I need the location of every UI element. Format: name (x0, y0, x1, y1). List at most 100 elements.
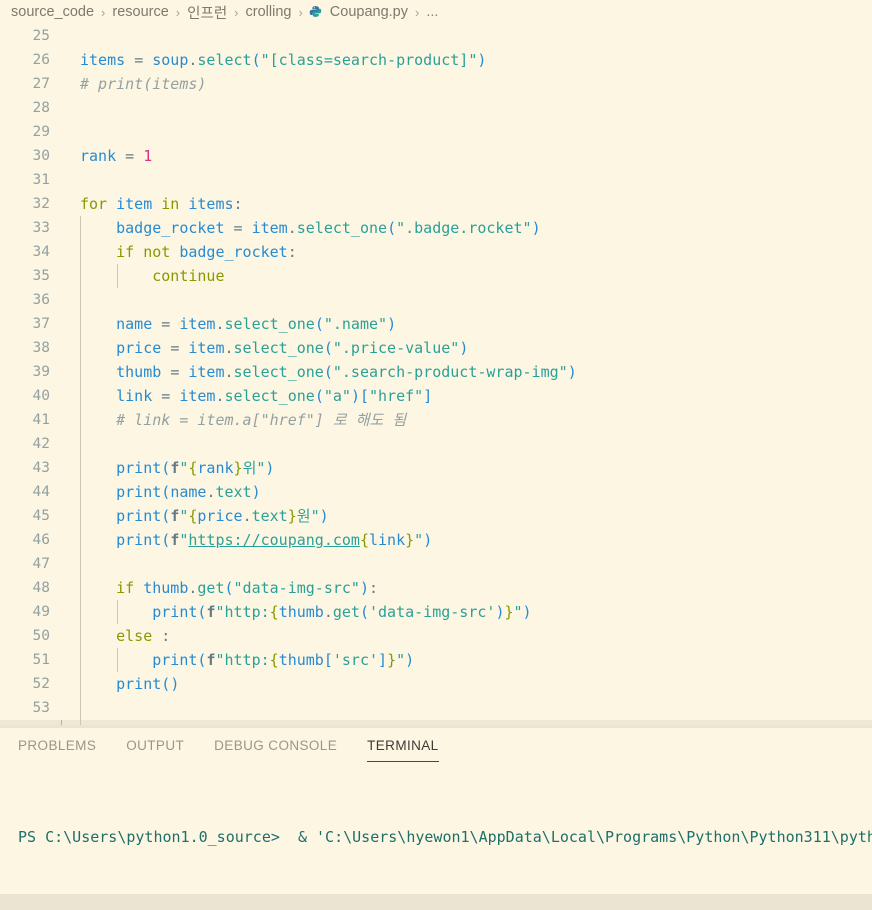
indent-guide (80, 624, 81, 648)
line-number: 40 (32, 388, 50, 404)
code-line-content: print(name.text) (62, 480, 872, 504)
line-number: 25 (32, 28, 50, 44)
line-number: 54 (0, 720, 62, 725)
code-line[interactable]: 30 rank = 1 (0, 144, 872, 168)
indent-guide (80, 504, 81, 528)
terminal-output[interactable]: PS C:\Users\python1.0_source> & 'C:\User… (0, 766, 872, 894)
code-line[interactable]: 45 print(f"{price.text}원") (0, 504, 872, 528)
code-line[interactable]: 26 items = soup.select("[class=search-pro… (0, 48, 872, 72)
indent-guide (80, 480, 81, 504)
terminal-line: PS C:\Users\python1.0_source> & 'C:\User… (18, 828, 872, 847)
line-number: 45 (32, 508, 50, 524)
code-line[interactable]: 28 (0, 96, 872, 120)
indent-guide (80, 264, 81, 288)
code-line-content (62, 24, 872, 48)
line-number: 49 (32, 604, 50, 620)
terminal-line: thon.python-2023.10.1\pythonFiles\lib\py… (18, 892, 872, 894)
code-line[interactable]: 34 if not badge_rocket: (0, 240, 872, 264)
code-line-content: rank += 1 (62, 720, 872, 725)
indent-guide (80, 696, 81, 720)
code-line-content (62, 168, 872, 192)
line-number: 38 (32, 340, 50, 356)
line-number: 32 (32, 196, 50, 212)
indent-guide (80, 552, 81, 576)
line-number: 43 (32, 460, 50, 476)
line-number: 51 (32, 652, 50, 668)
tab-problems[interactable]: PROBLEMS (18, 738, 96, 756)
code-line[interactable]: 50 else : (0, 624, 872, 648)
code-line[interactable]: 25 (0, 24, 872, 48)
code-line[interactable]: 46 print(f"https://coupang.com{link}") (0, 528, 872, 552)
code-line[interactable]: 53 (0, 696, 872, 720)
bottom-panel: PROBLEMS OUTPUT DEBUG CONSOLE TERMINAL P… (0, 728, 872, 894)
breadcrumb-item-inflearn[interactable]: 인프런 (186, 2, 228, 23)
status-bar (0, 894, 872, 910)
line-number: 44 (32, 484, 50, 500)
tab-debug-console[interactable]: DEBUG CONSOLE (214, 738, 337, 756)
code-line-content (62, 120, 872, 144)
line-number: 34 (32, 244, 50, 260)
breadcrumb-item-crolling[interactable]: crolling (245, 4, 293, 20)
code-line-content: continue (62, 264, 872, 288)
code-line[interactable]: 51 print(f"http:{thumb['src']}") (0, 648, 872, 672)
code-line[interactable]: 49 print(f"http:{thumb.get('data-img-src… (0, 600, 872, 624)
breadcrumb-item-coupang-py[interactable]: Coupang.py (329, 4, 409, 20)
code-line[interactable]: 32 for item in items: (0, 192, 872, 216)
code-line[interactable]: 27 # print(items) (0, 72, 872, 96)
code-line[interactable]: 54 rank += 1 (0, 720, 872, 725)
code-line[interactable]: 42 (0, 432, 872, 456)
code-line-content: # print(items) (80, 75, 207, 93)
breadcrumb-separator-icon: › (234, 4, 239, 20)
indent-guide (80, 312, 81, 336)
code-line-content: badge_rocket = item.select_one(".badge.r… (62, 216, 872, 240)
code-line[interactable]: 38 price = item.select_one(".price-value… (0, 336, 872, 360)
line-number: 29 (32, 124, 50, 140)
line-number: 31 (32, 172, 50, 188)
breadcrumb-separator-icon: › (415, 4, 420, 20)
code-line[interactable]: 36 (0, 288, 872, 312)
code-line[interactable]: 39 thumb = item.select_one(".search-prod… (0, 360, 872, 384)
indent-guide (80, 432, 81, 456)
code-line[interactable]: 48 if thumb.get("data-img-src"): (0, 576, 872, 600)
code-line-content: thumb = item.select_one(".search-product… (62, 360, 872, 384)
indent-guide (80, 600, 81, 624)
panel-tab-bar: PROBLEMS OUTPUT DEBUG CONSOLE TERMINAL (0, 728, 872, 766)
code-line[interactable]: 35 continue (0, 264, 872, 288)
breadcrumb-item-source-code[interactable]: source_code (10, 4, 95, 20)
code-line[interactable]: 52 print() (0, 672, 872, 696)
line-number: 50 (32, 628, 50, 644)
code-line-content: link = item.select_one("a")["href"] (62, 384, 872, 408)
code-line[interactable]: 40 link = item.select_one("a")["href"] (0, 384, 872, 408)
code-line[interactable]: 29 (0, 120, 872, 144)
breadcrumb-separator-icon: › (298, 4, 303, 20)
code-line[interactable]: 43 print(f"{rank}위") (0, 456, 872, 480)
line-number: 33 (32, 220, 50, 236)
breadcrumb-item-resource[interactable]: resource (111, 4, 169, 20)
code-line[interactable]: 44 print(name.text) (0, 480, 872, 504)
line-number: 46 (32, 532, 50, 548)
breadcrumb-separator-icon: › (175, 4, 181, 20)
vscode-window: source_code › resource › 인프런 › crolling … (0, 0, 872, 910)
indent-guide (80, 360, 81, 384)
indent-guide (80, 336, 81, 360)
code-line[interactable]: 41 # link = item.a["href"] 로 해도 됨 (0, 408, 872, 432)
code-line-content: print(f"http:{thumb.get('data-img-src')}… (62, 600, 872, 624)
code-line[interactable]: 47 (0, 552, 872, 576)
code-line-content: print(f"https://coupang.com{link}") (62, 528, 872, 552)
code-line[interactable]: 37 name = item.select_one(".name") (0, 312, 872, 336)
line-number: 30 (32, 148, 50, 164)
code-line[interactable]: 31 (0, 168, 872, 192)
line-number: 47 (32, 556, 50, 572)
code-line[interactable]: 33 badge_rocket = item.select_one(".badg… (0, 216, 872, 240)
indent-guide (80, 528, 81, 552)
breadcrumb-item-overflow[interactable]: ... (425, 4, 439, 20)
code-editor[interactable]: 25 26 items = soup.select("[class=search-p… (0, 24, 872, 725)
code-line-content (62, 552, 872, 576)
tab-terminal[interactable]: TERMINAL (367, 738, 440, 763)
line-number: 37 (32, 316, 50, 332)
indent-guide (80, 216, 81, 240)
line-number: 52 (32, 676, 50, 692)
python-file-icon (309, 5, 324, 20)
tab-output[interactable]: OUTPUT (126, 738, 184, 756)
code-line-content: items = soup.select("[class=search-produ… (80, 51, 487, 69)
